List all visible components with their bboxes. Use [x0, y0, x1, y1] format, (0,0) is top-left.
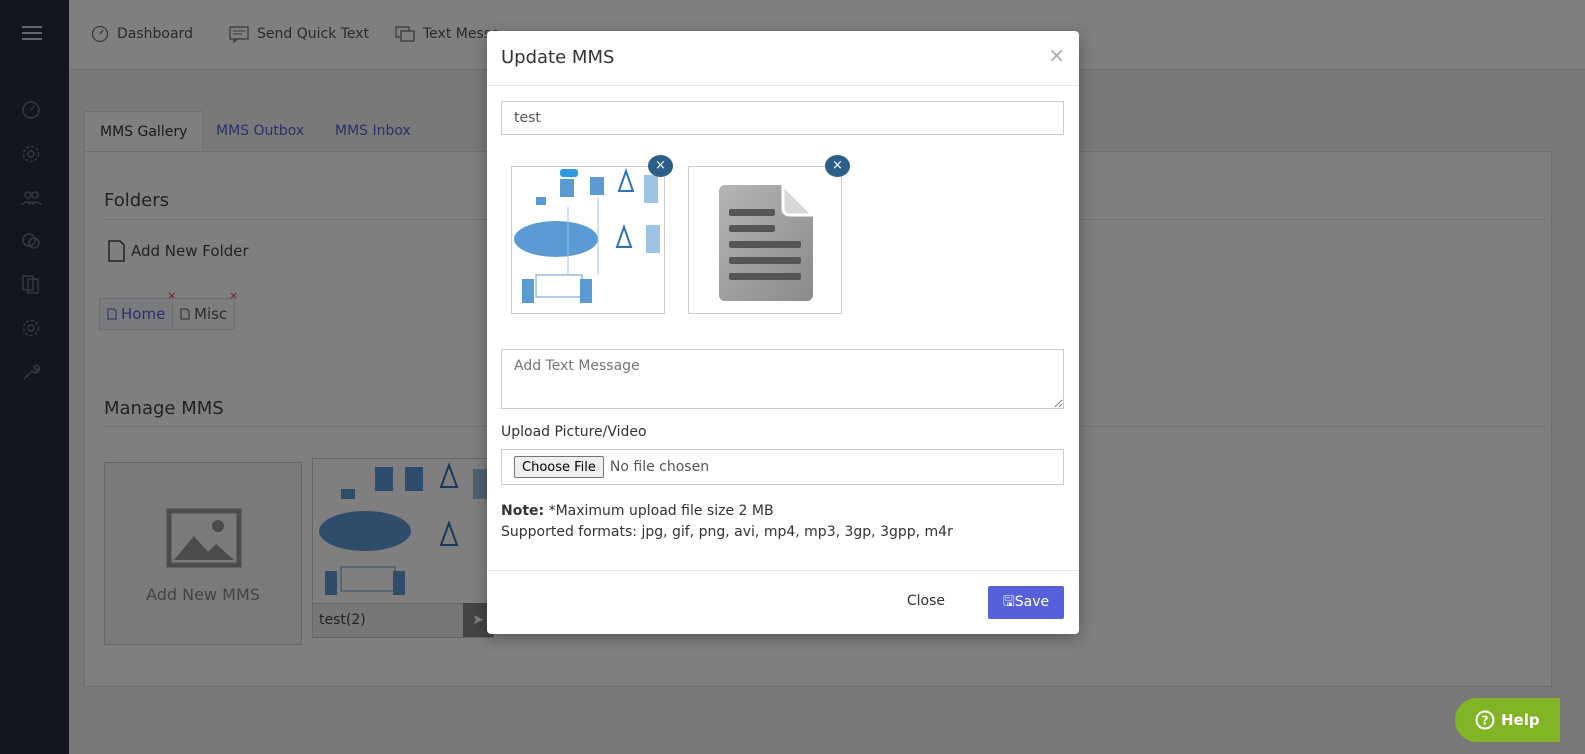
diagram-thumbnail: [512, 167, 664, 313]
file-upload-field[interactable]: Choose File No file chosen: [501, 449, 1064, 485]
modal-title: Update MMS: [501, 47, 615, 68]
modal-header: Update MMS ×: [487, 31, 1079, 86]
mms-name-input[interactable]: [501, 101, 1064, 135]
text-message-input[interactable]: [501, 349, 1064, 409]
close-icon[interactable]: ×: [1048, 43, 1065, 67]
modal-footer: Close 🖫Save: [487, 570, 1079, 634]
remove-attachment-icon[interactable]: ×: [825, 155, 850, 177]
file-status: No file chosen: [609, 459, 710, 475]
save-icon: 🖫: [1002, 593, 1015, 610]
upload-note: Note: *Maximum upload file size 2 MB Sup…: [501, 501, 953, 543]
help-label: Help: [1501, 711, 1540, 729]
svg-text:?: ?: [1482, 714, 1489, 728]
help-button[interactable]: ? Help: [1455, 698, 1560, 742]
update-mms-modal: Update MMS × ×: [487, 31, 1079, 634]
note-text: *Maximum upload file size 2 MB: [544, 503, 774, 519]
note-label: Note:: [501, 503, 545, 519]
attachment-thumbnail: [511, 166, 665, 314]
supported-formats: Supported formats: jpg, gif, png, avi, m…: [501, 524, 953, 540]
save-label: Save: [1014, 593, 1050, 610]
close-button[interactable]: Close: [907, 593, 945, 609]
upload-label: Upload Picture/Video: [501, 424, 647, 440]
remove-attachment-icon[interactable]: ×: [648, 155, 673, 177]
save-button[interactable]: 🖫Save: [988, 586, 1064, 619]
help-icon: ?: [1475, 710, 1495, 730]
choose-file-button[interactable]: Choose File: [514, 456, 604, 478]
document-icon: [719, 181, 817, 301]
attachment-thumbnail: [688, 166, 842, 314]
